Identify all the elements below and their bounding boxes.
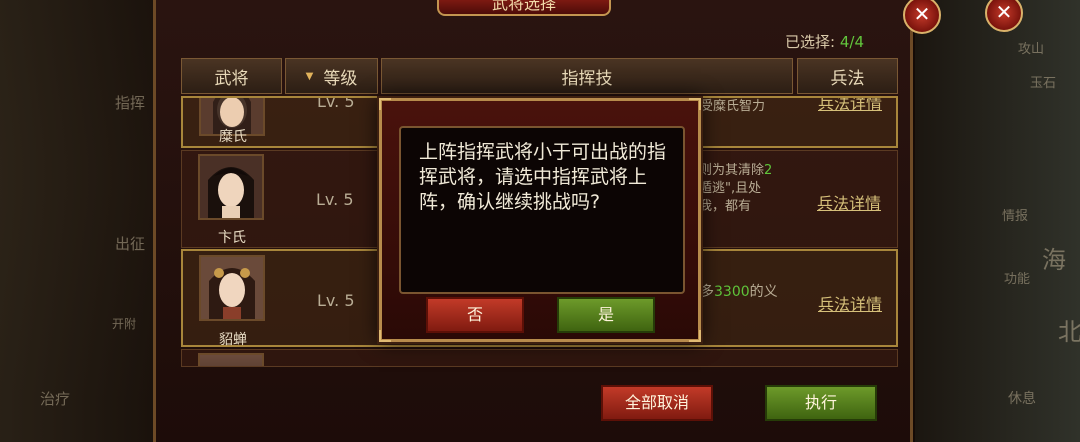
general-skill-text: 多3300的义: [700, 283, 778, 301]
bg-label-jade: 玉石: [1030, 76, 1057, 91]
column-header-tactics[interactable]: 兵法: [797, 58, 898, 94]
skill-text-prefix: 多: [700, 284, 714, 300]
general-skill-text: 受糜氏智力: [700, 99, 766, 114]
bg-label-function: 功能: [1004, 272, 1031, 287]
skill-text-line2: 遁逃",且处: [699, 181, 762, 196]
general-level: Lv. 5: [316, 190, 354, 209]
dialog-corner-ornament: [689, 330, 701, 342]
skill-highlight-number: 3300: [714, 284, 750, 300]
column-header-command-skill[interactable]: 指挥技: [381, 58, 793, 94]
column-header-general-label: 武将: [214, 68, 249, 89]
skill-text-line3: 我，都有: [699, 199, 752, 214]
dialog-no-button[interactable]: 否: [426, 297, 524, 333]
dialog-corner-ornament: [379, 330, 391, 342]
column-header-level-label: 等级: [323, 68, 358, 89]
column-header-level[interactable]: ▼ 等级: [285, 58, 378, 94]
general-portrait-partial: [198, 353, 264, 366]
confirm-dialog: 上阵指挥武将小于可出战的指挥武将，请选中指挥武将上阵，确认继续挑战吗? 否 是: [379, 98, 701, 342]
panel-title: 武将选择: [437, 0, 611, 16]
skill-text-line1: 则为其清除: [699, 163, 765, 178]
general-portrait-diaochan: [199, 255, 265, 321]
background-right-map: [915, 0, 1080, 442]
column-header-tactics-label: 兵法: [830, 68, 865, 89]
general-level: Lv. 5: [317, 291, 355, 310]
selected-label: 已选择:: [785, 33, 836, 51]
cancel-all-button[interactable]: 全部取消: [601, 385, 713, 421]
dialog-message: 上阵指挥武将小于可出战的指挥武将，请选中指挥武将上阵，确认继续挑战吗?: [419, 141, 667, 213]
bg-label-rest: 休息: [1008, 391, 1036, 407]
bg-label-command: 指挥: [115, 94, 146, 112]
general-skill-text: 则为其清除2 遁逃",且处 我，都有: [699, 162, 772, 216]
selected-count: 已选择: 4/4: [785, 31, 864, 52]
bg-label-attack-mountain: 攻山: [1018, 42, 1045, 57]
general-row-partial[interactable]: [181, 349, 898, 367]
sort-down-icon: ▼: [305, 70, 314, 82]
dialog-yes-button[interactable]: 是: [557, 297, 655, 333]
bg-label-attach: 开附: [112, 317, 137, 331]
general-name: 糜氏: [219, 129, 247, 145]
column-header-skill-label: 指挥技: [561, 68, 613, 89]
bg-label-heal: 治疗: [40, 390, 71, 408]
bg-label-march: 出征: [115, 235, 146, 253]
bg-label-sea: 海: [1042, 246, 1066, 274]
column-header-general[interactable]: 武将: [181, 58, 282, 94]
execute-button[interactable]: 执行: [765, 385, 877, 421]
general-name: 卞氏: [218, 230, 246, 246]
dialog-message-box: 上阵指挥武将小于可出战的指挥武将，请选中指挥武将上阵，确认继续挑战吗?: [399, 126, 685, 294]
dialog-corner-ornament: [689, 98, 701, 110]
general-level: Lv. 5: [317, 96, 355, 111]
dialog-corner-ornament: [379, 98, 391, 110]
bg-label-north: 北: [1058, 318, 1080, 346]
skill-highlight-number: 2: [764, 163, 773, 178]
general-portrait-bianshi: [198, 154, 264, 220]
skill-text-suffix: 的义: [749, 284, 778, 300]
tactics-detail-link[interactable]: 兵法详情: [817, 190, 881, 214]
tactics-detail-link[interactable]: 兵法详情: [818, 291, 882, 315]
general-name: 貂蝉: [219, 332, 247, 348]
bg-label-intel: 情报: [1002, 209, 1029, 224]
selected-value: 4/4: [839, 33, 864, 51]
background-left-map: [0, 0, 160, 442]
tactics-detail-link[interactable]: 兵法详情: [818, 98, 882, 114]
